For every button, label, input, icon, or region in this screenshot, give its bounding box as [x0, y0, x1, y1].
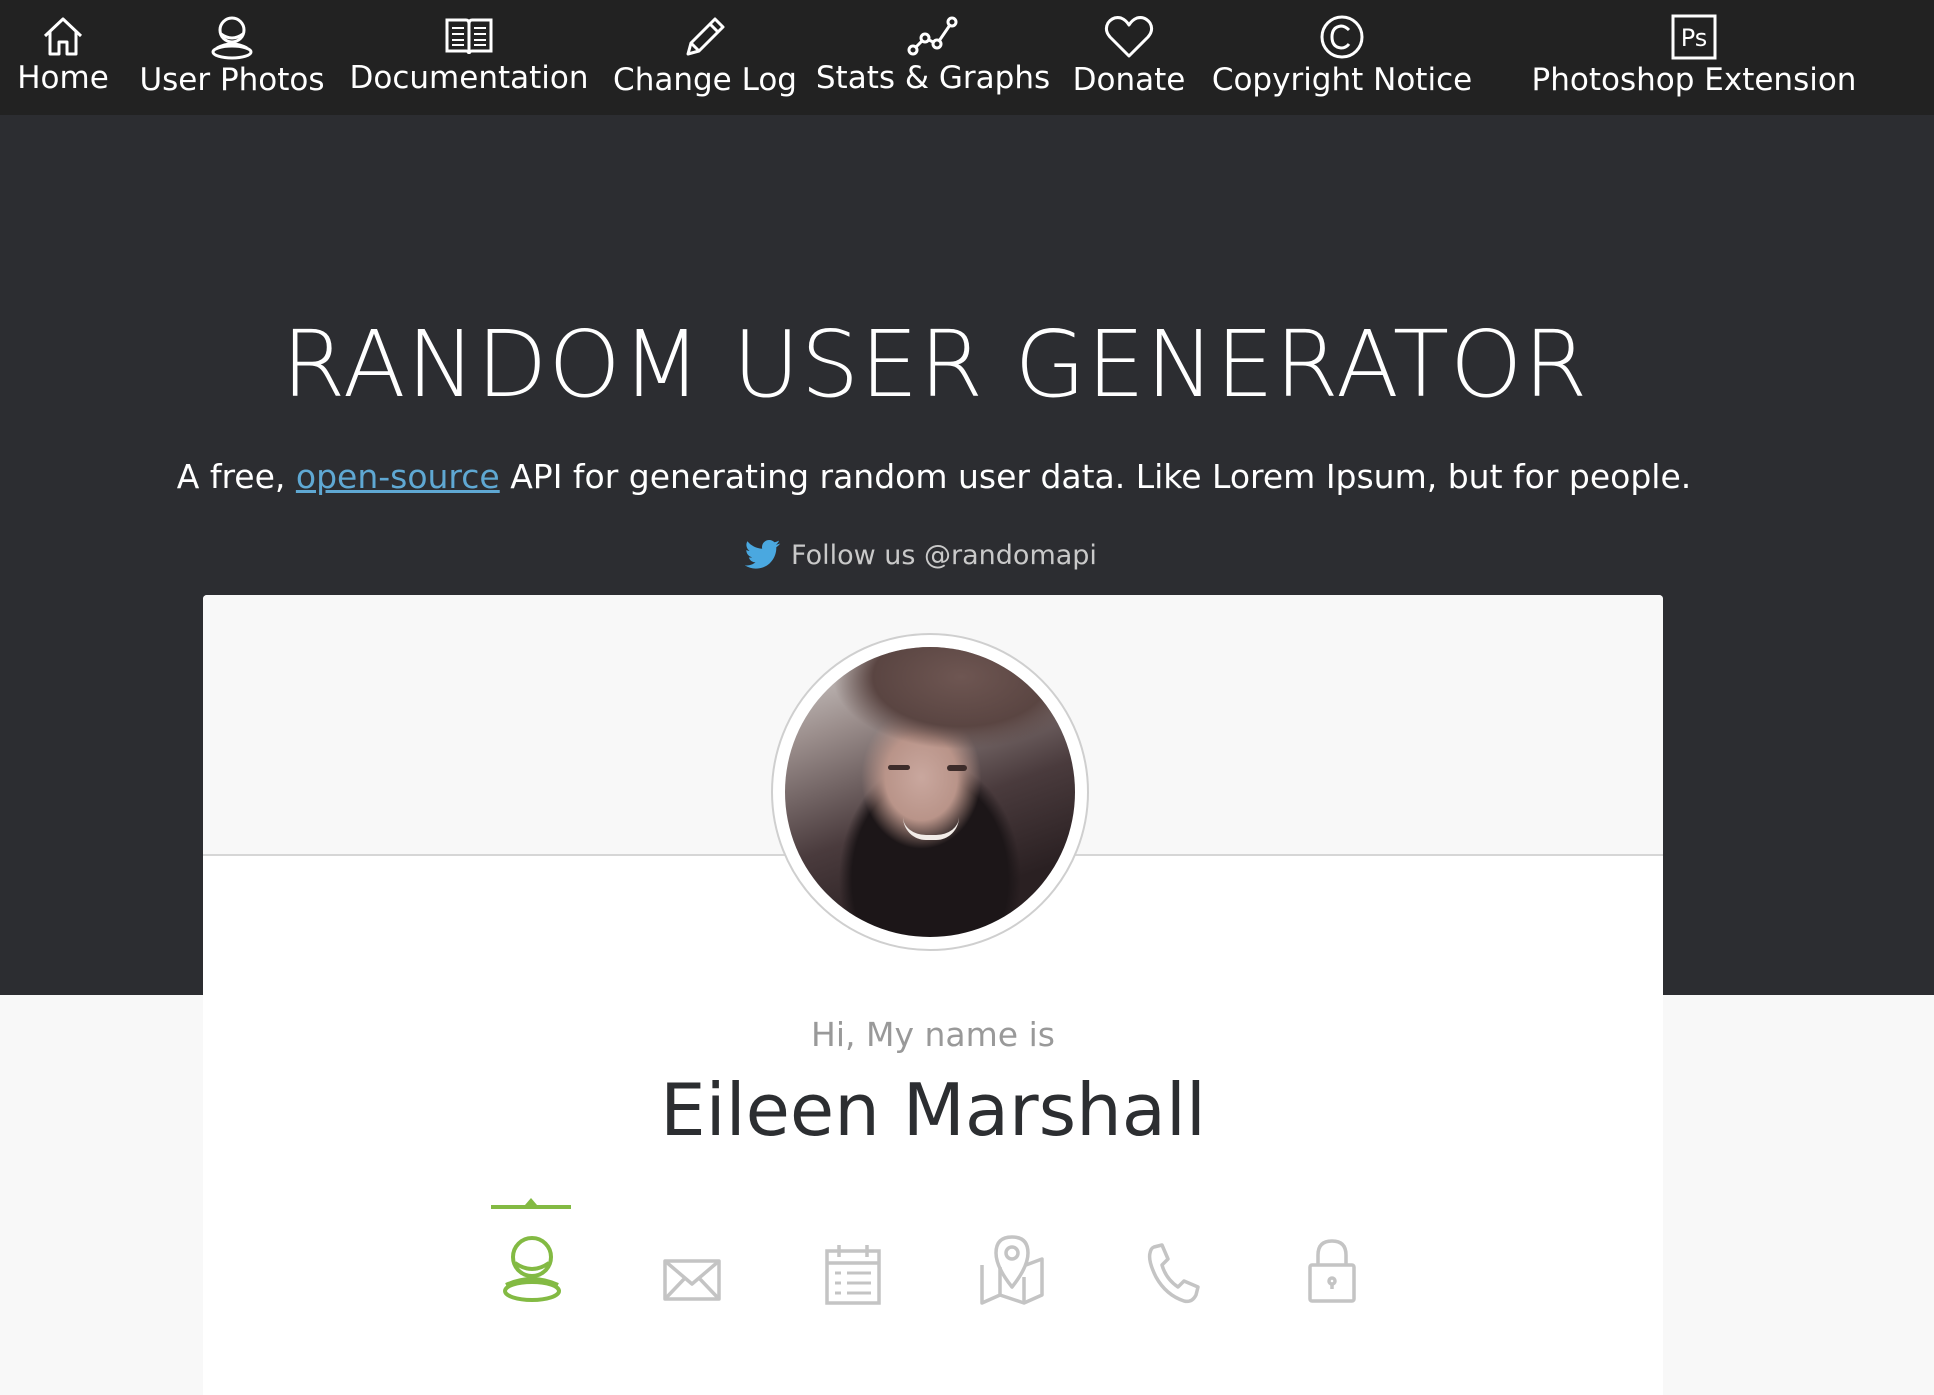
open-source-link[interactable]: open-source [296, 457, 500, 496]
user-card: Hi, My name is Eileen Marshall [203, 595, 1663, 1395]
nav-copyright-notice[interactable]: Copyright Notice [1212, 0, 1472, 115]
avatar [785, 647, 1075, 937]
photoshop-icon: Ps [1671, 14, 1717, 60]
nav-home-label: Home [17, 60, 109, 96]
nav-home[interactable]: Home [17, 0, 109, 115]
graph-icon [907, 16, 958, 56]
nav-photoshop-extension-label: Photoshop Extension [1531, 62, 1857, 98]
tab-address[interactable] [962, 1205, 1062, 1305]
subtitle-text-after: API for generating random user data. Lik… [499, 457, 1692, 496]
twitter-follow-link[interactable]: Follow us @randomapi [745, 535, 1097, 575]
copyright-icon [1320, 15, 1364, 59]
page-title: RANDOM USER GENERATOR [281, 311, 1589, 418]
nav-change-log[interactable]: Change Log [613, 0, 797, 115]
user-icon [503, 1236, 561, 1302]
heart-icon [1104, 16, 1154, 58]
follow-text: Follow us @randomapi [791, 539, 1097, 571]
user-icon [211, 16, 253, 60]
tab-birthday[interactable] [803, 1205, 903, 1305]
home-icon [43, 17, 83, 56]
nav-user-photos-label: User Photos [139, 62, 325, 98]
twitter-icon [745, 540, 781, 569]
tab-phone[interactable] [1122, 1205, 1222, 1305]
nav-donate[interactable]: Donate [1072, 0, 1186, 115]
svg-text:Ps: Ps [1681, 24, 1708, 52]
book-icon [445, 18, 493, 55]
avatar-eye-right [947, 765, 967, 771]
nav-user-photos[interactable]: User Photos [139, 0, 325, 115]
top-navigation: Home User Photos Documentation Change Lo… [0, 0, 1934, 115]
info-tabs [203, 1198, 1663, 1305]
avatar-hair [785, 647, 1075, 782]
pencil-icon [686, 17, 725, 56]
calendar-icon [825, 1245, 881, 1305]
hero-subtitle: A free, open-source API for generating r… [0, 455, 1868, 499]
avatar-frame [771, 633, 1089, 951]
lock-icon [1308, 1239, 1356, 1303]
tab-name[interactable] [482, 1198, 582, 1305]
mail-icon [663, 1259, 721, 1301]
user-name: Eileen Marshall [660, 1068, 1206, 1152]
map-icon [980, 1235, 1044, 1305]
tab-password[interactable] [1282, 1205, 1382, 1305]
nav-documentation-label: Documentation [349, 60, 589, 96]
nav-donate-label: Donate [1072, 62, 1186, 98]
avatar-eye-left [888, 765, 910, 770]
nav-change-log-label: Change Log [613, 62, 797, 98]
nav-photoshop-extension[interactable]: Ps Photoshop Extension [1532, 0, 1856, 115]
avatar-smile [903, 817, 959, 840]
nav-stats-graphs[interactable]: Stats & Graphs [816, 0, 1050, 115]
nav-stats-graphs-label: Stats & Graphs [815, 60, 1051, 96]
tab-email[interactable] [642, 1205, 742, 1305]
name-greeting: Hi, My name is [811, 1015, 1055, 1054]
nav-copyright-notice-label: Copyright Notice [1211, 62, 1473, 98]
phone-icon [1147, 1243, 1200, 1304]
subtitle-text-before: A free, [176, 457, 296, 496]
nav-documentation[interactable]: Documentation [350, 0, 589, 115]
